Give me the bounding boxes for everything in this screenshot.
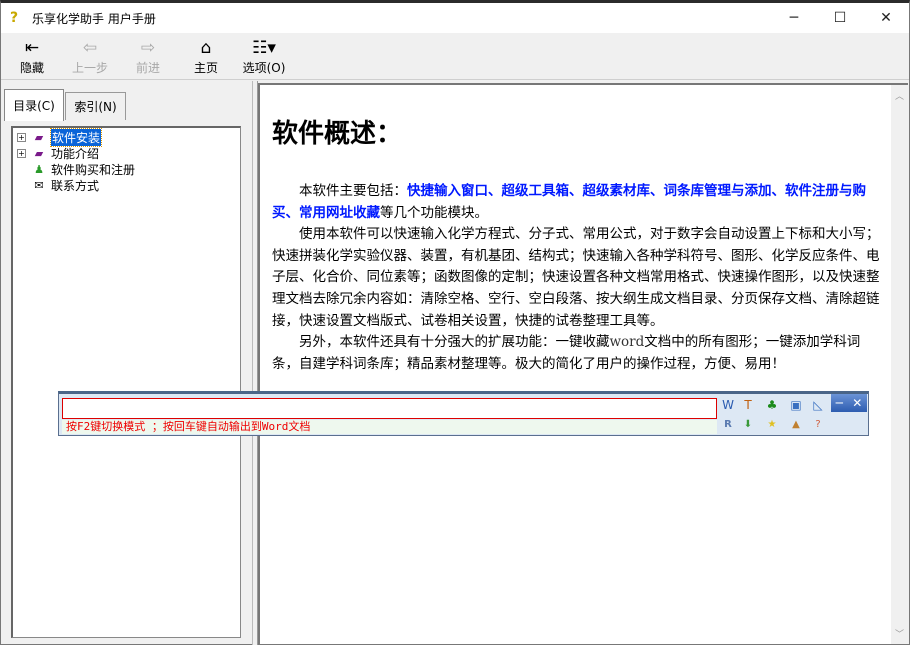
contents-tree: + ▰ 软件安装 + ▰ 功能介绍 ♟ 软件购买和注册 ✉ 联系方式 bbox=[11, 126, 241, 638]
content-pane: 软件概述： 本软件主要包括：快捷输入窗口、超级工具箱、超级素材库、词条库管理与添… bbox=[258, 83, 908, 644]
mail-page-icon: ✉ bbox=[34, 178, 44, 192]
page-heading: 软件概述： bbox=[272, 119, 403, 149]
tree-item[interactable]: ✉ 联系方式 bbox=[13, 177, 240, 193]
maximize-button[interactable]: ☐ bbox=[817, 3, 863, 33]
scroll-up-icon[interactable]: ︿ bbox=[891, 89, 908, 102]
home-button[interactable]: ⌂ 主页 bbox=[177, 33, 235, 80]
back-arrow-icon: ⇦ bbox=[82, 38, 98, 58]
hide-pane-icon: ⇤ bbox=[24, 38, 40, 58]
expand-icon[interactable]: + bbox=[17, 132, 26, 142]
help-window: ? 乐享化学助手 用户手册 ─ ☐ ✕ ⇤ 隐藏 ⇦ 上一步 ⇨ 前进 ⌂ 主页 ☷▾ 选… bbox=[0, 0, 910, 645]
forward-button[interactable]: ⇨ 前进 bbox=[119, 33, 177, 80]
hint-text: 按F2键切换模式 ；按回车键自动输出到Word文档 bbox=[62, 420, 717, 434]
hammer-icon[interactable]: T bbox=[739, 397, 757, 413]
options-button[interactable]: ☷▾ 选项(O) bbox=[235, 33, 293, 80]
tree-icon[interactable]: ♣ bbox=[763, 397, 781, 413]
save-icon[interactable]: ▣ bbox=[787, 397, 805, 413]
r-icon[interactable]: R bbox=[719, 417, 737, 433]
page-person-icon: ♟ bbox=[34, 162, 44, 176]
toolbar: ⇤ 隐藏 ⇦ 上一步 ⇨ 前进 ⌂ 主页 ☷▾ 选项(O) bbox=[1, 33, 909, 80]
quick-input-field[interactable] bbox=[62, 398, 717, 419]
expand-icon[interactable]: + bbox=[17, 148, 26, 158]
tree-item[interactable]: + ▰ 功能介绍 bbox=[13, 145, 240, 161]
float-minimize-button[interactable]: ─ bbox=[836, 396, 843, 410]
tab-index[interactable]: 索引(N) bbox=[65, 92, 126, 120]
navigation-pane: 目录(C) 索引(N) + ▰ 软件安装 + ▰ 功能介绍 ♟ 软件购买和注册 ✉ 联系方式 bbox=[1, 81, 252, 645]
text: 本软件主要包括： bbox=[299, 183, 407, 199]
paragraph: 使用本软件可以快速输入化学方程式、分子式、常用公式，对于数字会自动设置上下标和大… bbox=[272, 226, 880, 329]
word-icon[interactable]: W bbox=[719, 397, 737, 413]
content-body: 本软件主要包括：快捷输入窗口、超级工具箱、超级素材库、词条库管理与添加、软件注册… bbox=[272, 181, 882, 375]
download-icon[interactable]: ⬇ bbox=[739, 417, 757, 433]
minimize-button[interactable]: ─ bbox=[771, 3, 817, 33]
float-close-button[interactable]: ✕ bbox=[852, 396, 862, 410]
scroll-down-icon[interactable]: ﹀ bbox=[891, 627, 908, 640]
text: 另外，本软件还具有十分强大的扩展功能：一键收藏 bbox=[299, 334, 610, 351]
book-icon: ▰ bbox=[34, 130, 44, 144]
help-app-icon: ? bbox=[10, 10, 19, 26]
tree-item[interactable]: + ▰ 软件安装 bbox=[13, 127, 240, 147]
text: 等几个功能模块。 bbox=[380, 204, 488, 221]
forward-arrow-icon: ⇨ bbox=[140, 38, 156, 58]
star-icon[interactable]: ★ bbox=[763, 417, 781, 433]
close-button[interactable]: ✕ bbox=[863, 3, 909, 33]
back-button[interactable]: ⇦ 上一步 bbox=[61, 33, 119, 80]
options-icon: ☷▾ bbox=[252, 38, 276, 58]
tree-item[interactable]: ♟ 软件购买和注册 bbox=[13, 161, 240, 177]
window-title: 乐享化学助手 用户手册 bbox=[32, 11, 156, 26]
float-window-controls: ─ ✕ bbox=[831, 394, 867, 412]
lock-icon[interactable]: ▲ bbox=[787, 417, 805, 433]
tab-contents[interactable]: 目录(C) bbox=[4, 89, 64, 121]
hide-button[interactable]: ⇤ 隐藏 bbox=[3, 33, 61, 80]
ruler-icon[interactable]: ◺ bbox=[809, 397, 827, 413]
vertical-scrollbar[interactable]: ︿ ﹀ bbox=[891, 85, 908, 644]
help-icon[interactable]: ? bbox=[809, 417, 827, 433]
book-icon: ▰ bbox=[34, 146, 44, 160]
title-bar: ? 乐享化学助手 用户手册 ─ ☐ ✕ bbox=[1, 3, 909, 33]
home-icon: ⌂ bbox=[200, 38, 212, 58]
text: word bbox=[609, 334, 645, 351]
quick-input-window: 按F2键切换模式 ；按回车键自动输出到Word文档 W T ♣ ▣ ◺ R ⬇ … bbox=[58, 391, 869, 436]
